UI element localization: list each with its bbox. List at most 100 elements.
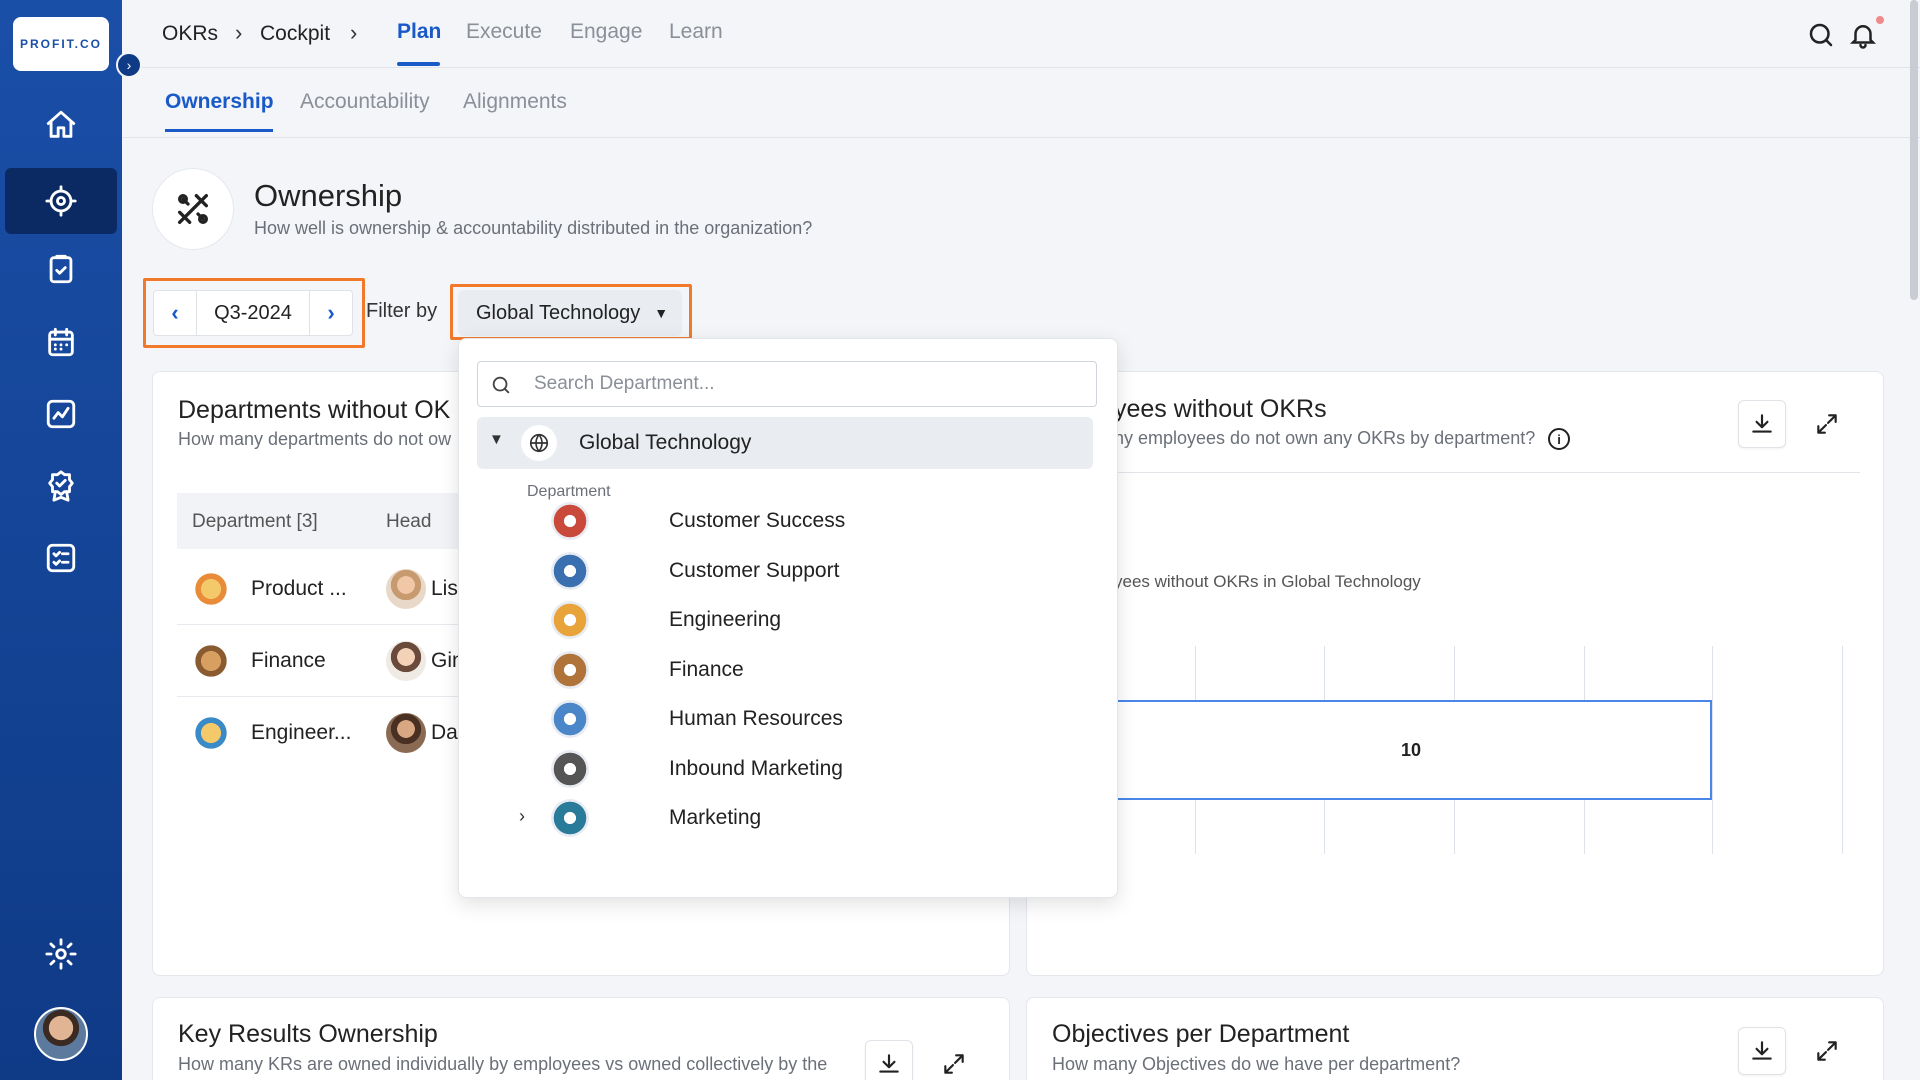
sidebar-item-analytics[interactable] <box>5 381 117 447</box>
sidebar-collapse-button[interactable]: › <box>116 52 142 78</box>
globe-icon <box>521 425 557 461</box>
divider <box>122 137 1920 138</box>
subtab-ownership[interactable]: Ownership <box>165 90 274 114</box>
clipboard-check-icon <box>49 254 73 284</box>
breadcrumb-okrs[interactable]: OKRs <box>162 22 218 46</box>
subtab-alignments[interactable]: Alignments <box>463 90 567 114</box>
card-subtitle: How many Objectives do we have per depar… <box>1052 1054 1461 1074</box>
divider <box>1110 472 1860 473</box>
top-bar: OKRs › Cockpit › Plan Execute Engage Lea… <box>122 0 1920 68</box>
department-filter-dropdown: ▼ Global Technology Department Customer … <box>458 338 1118 898</box>
bell-icon[interactable] <box>1848 20 1878 50</box>
card-title: Objectives per Department <box>1052 1020 1350 1048</box>
dropdown-option[interactable]: Engineering <box>519 598 1079 644</box>
tab-execute[interactable]: Execute <box>466 20 542 44</box>
avatar <box>386 713 426 753</box>
expand-button[interactable] <box>1803 1027 1851 1075</box>
department-name: Finance <box>251 649 326 672</box>
subtab-accountability[interactable]: Accountability <box>300 90 430 114</box>
download-icon <box>1752 1041 1772 1060</box>
head-name: Lis <box>431 577 458 600</box>
tab-plan[interactable]: Plan <box>397 20 441 44</box>
chart-line-icon <box>46 399 76 429</box>
sidebar-item-tasks[interactable] <box>5 236 117 302</box>
download-icon <box>1752 414 1772 433</box>
tab-engage[interactable]: Engage <box>570 20 642 44</box>
avatar <box>386 569 426 609</box>
column-department[interactable]: Department [3] <box>192 511 318 533</box>
department-name: Engineer... <box>251 721 352 744</box>
search-department-input[interactable] <box>534 370 1074 398</box>
department-icon <box>551 749 589 788</box>
chart-title: yees without OKRs in Global Technology <box>1114 572 1421 591</box>
dropdown-option[interactable]: Finance <box>519 648 1079 694</box>
search-icon[interactable] <box>1806 20 1836 50</box>
chart-bar[interactable]: 10 <box>1110 700 1712 800</box>
chart-gridline <box>1842 646 1843 854</box>
option-label: Marketing <box>669 806 762 829</box>
card-subtitle: How many KRs are owned individually by e… <box>178 1054 828 1074</box>
department-name: Product ... <box>251 577 347 600</box>
target-icon <box>45 185 77 217</box>
filter-label: Filter by <box>366 300 438 322</box>
option-label: Global Technology <box>579 431 752 454</box>
next-period-button[interactable]: › <box>310 290 352 336</box>
column-head[interactable]: Head <box>386 511 431 533</box>
department-icon <box>551 551 589 590</box>
calendar-icon <box>48 327 74 357</box>
ownership-tools-icon <box>152 168 234 250</box>
department-icon <box>551 601 589 639</box>
product-department-icon <box>191 569 231 609</box>
profit-co-logo[interactable]: PROFIT.CO <box>13 17 109 71</box>
sidebar-item-calendar[interactable] <box>5 309 117 375</box>
user-avatar[interactable] <box>34 1007 88 1061</box>
download-button[interactable] <box>1738 400 1786 448</box>
avatar <box>386 641 426 681</box>
card-title: yees without OKRs <box>1114 395 1327 423</box>
period-value[interactable]: Q3-2024 <box>196 290 310 336</box>
page-title: Ownership <box>254 178 403 213</box>
expand-button[interactable] <box>1803 400 1851 448</box>
engineering-department-icon <box>191 713 231 753</box>
search-icon <box>492 376 510 394</box>
sidebar-item-checklists[interactable] <box>5 525 117 591</box>
filter-dropdown[interactable]: Global Technology ▼ <box>458 290 682 336</box>
expand-icon <box>1817 414 1837 434</box>
period-selector: ‹ Q3-2024 › <box>153 290 353 336</box>
dropdown-option[interactable]: › Marketing <box>519 796 1079 842</box>
download-icon <box>879 1054 899 1073</box>
bar-value-label: 10 <box>1400 739 1422 760</box>
dropdown-option[interactable]: Inbound Marketing <box>519 747 1079 793</box>
download-button[interactable] <box>865 1040 913 1080</box>
notification-dot <box>1876 16 1884 24</box>
sidebar-item-home[interactable] <box>5 92 117 158</box>
dropdown-option[interactable]: Customer Success <box>519 499 1079 545</box>
sidebar-item-okrs[interactable] <box>5 168 117 234</box>
option-label: Finance <box>669 657 744 681</box>
scrollbar[interactable] <box>1910 0 1918 300</box>
dropdown-option[interactable]: Customer Support <box>519 549 1079 595</box>
option-label: Engineering <box>669 608 782 631</box>
chevron-down-icon[interactable]: ▼ <box>489 431 504 448</box>
dropdown-option[interactable]: Human Resources <box>519 697 1079 743</box>
breadcrumb-cockpit[interactable]: Cockpit <box>260 22 330 46</box>
breadcrumb-separator: › <box>350 20 358 45</box>
dropdown-option-root[interactable]: ▼ Global Technology <box>477 417 1093 469</box>
download-button[interactable] <box>1738 1027 1786 1075</box>
employees-without-okrs-card <box>1026 371 1884 976</box>
department-icon <box>551 799 589 837</box>
info-icon[interactable]: i <box>1548 428 1570 450</box>
breadcrumb-separator: › <box>235 20 243 45</box>
sidebar-item-rewards[interactable] <box>5 453 117 519</box>
badge-icon <box>48 470 74 502</box>
chevron-down-icon: ▼ <box>654 305 669 321</box>
expand-button[interactable] <box>930 1040 978 1080</box>
expand-icon <box>1817 1041 1837 1061</box>
sidebar-item-settings[interactable] <box>5 921 117 987</box>
card-title: Key Results Ownership <box>178 1020 438 1048</box>
expand-icon <box>944 1054 964 1074</box>
previous-period-button[interactable]: ‹ <box>154 290 196 336</box>
card-subtitle: How many departments do not ow <box>178 429 452 449</box>
chevron-right-icon[interactable]: › <box>519 806 525 827</box>
tab-learn[interactable]: Learn <box>669 20 723 44</box>
